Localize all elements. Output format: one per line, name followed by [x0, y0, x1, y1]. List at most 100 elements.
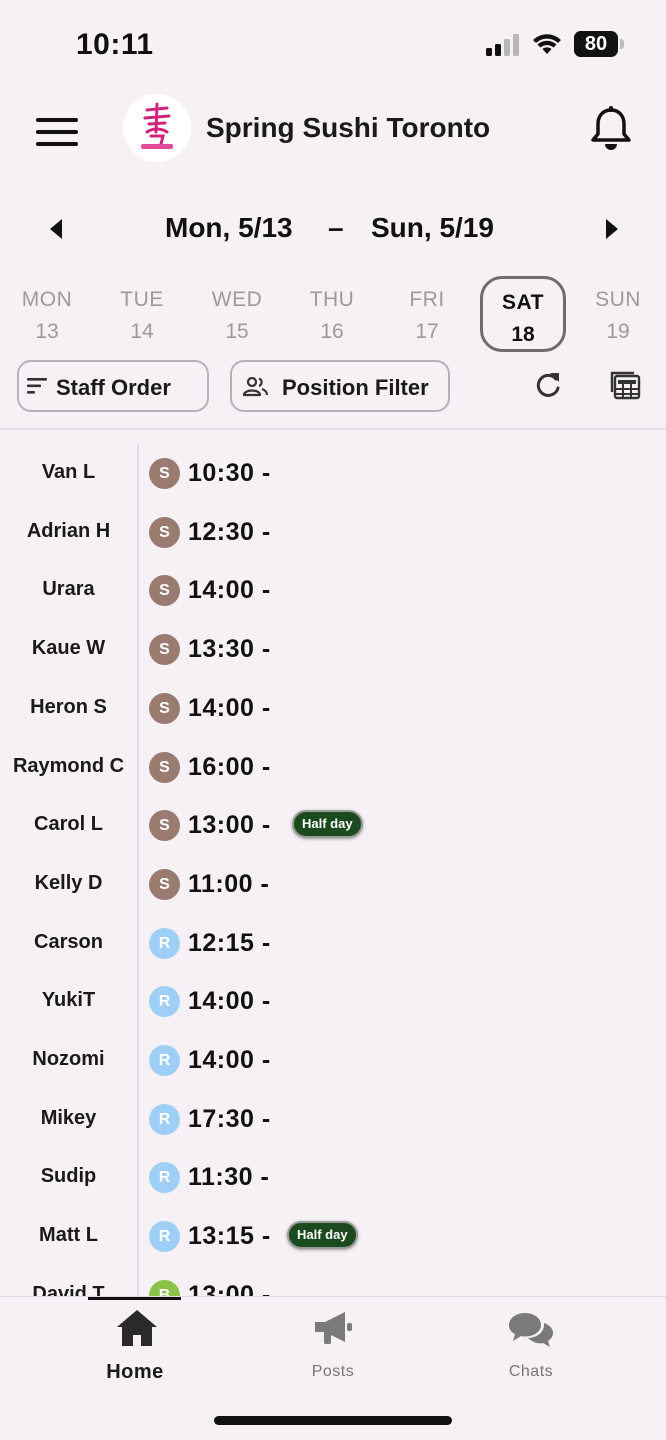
schedule-row[interactable]: Kelly D S 11:00 - — [0, 855, 666, 913]
previous-week-arrow-icon[interactable] — [48, 218, 64, 240]
staff-name: Raymond C — [12, 754, 125, 777]
status-time: 10:11 — [76, 28, 154, 61]
staff-name: Heron S — [30, 695, 107, 718]
schedule-list: Van L S 10:30 - Adrian H S 12:30 - Urara S 14:00… — [0, 432, 666, 1296]
shift-time: 11:30 - — [188, 1163, 270, 1192]
day-tab-fri[interactable]: FRI 17 — [384, 276, 470, 352]
battery-cap — [620, 39, 624, 49]
position-badge: S — [149, 868, 180, 900]
position-badge: R — [149, 1162, 180, 1194]
shift-time: 11:00 - — [188, 869, 270, 898]
schedule-row[interactable]: David T B 13:00 - — [0, 1266, 666, 1296]
nav-posts-label: Posts — [311, 1363, 355, 1380]
shift-time: 12:30 - — [188, 517, 271, 546]
schedule-row[interactable]: Kaue W S 13:30 - — [0, 620, 666, 678]
half-day-badge: Half day — [287, 1221, 358, 1250]
schedule-row[interactable]: Adrian H S 12:30 - — [0, 503, 666, 561]
next-week-arrow-icon[interactable] — [604, 218, 620, 240]
position-badge: S — [149, 751, 180, 783]
schedule-row[interactable]: Van L S 10:30 - — [0, 444, 666, 502]
staff-name: Sudip — [40, 1165, 97, 1188]
staff-name: Carson — [34, 930, 103, 953]
staff-name: Kelly D — [34, 871, 103, 894]
battery-percent: 80 — [584, 33, 608, 55]
staff-name: Mikey — [40, 1106, 97, 1129]
position-badge: S — [149, 575, 180, 607]
hamburger-menu-icon[interactable] — [36, 118, 78, 148]
staff-name: David T — [32, 1282, 105, 1296]
shift-time: 14:00 - — [188, 693, 271, 722]
shift-time: 16:00 - — [188, 752, 271, 781]
app-title: Spring Sushi Toronto — [206, 112, 491, 143]
half-day-badge: Half day — [292, 810, 363, 839]
nav-home[interactable]: Home — [65, 1307, 205, 1383]
battery-icon: 80 — [574, 31, 618, 57]
schedule-row[interactable]: Raymond C S 16:00 - — [0, 738, 666, 796]
day-tab-sat[interactable]: SAT 18 — [480, 276, 566, 352]
position-badge: B — [149, 1279, 180, 1296]
position-badge: R — [149, 1045, 180, 1076]
week-start-date: Mon, 5/13 — [165, 212, 293, 243]
staff-order-button[interactable]: Staff Order — [17, 360, 209, 412]
schedule-row[interactable]: Heron S S 14:00 - — [0, 679, 666, 737]
position-badge: S — [149, 810, 180, 842]
nav-posts[interactable]: Posts — [263, 1307, 403, 1380]
schedule-row[interactable]: Carson R 12:15 - — [0, 914, 666, 972]
shift-time: 17:30 - — [188, 1104, 271, 1133]
position-badge: S — [149, 634, 180, 666]
staff-name: YukiT — [41, 989, 96, 1012]
position-badge: S — [149, 692, 180, 724]
schedule-toolbar: Staff Order Position Filter — [0, 360, 666, 414]
shift-time: 13:00 - — [188, 1280, 271, 1296]
app-header: Spring Sushi Toronto — [0, 88, 666, 176]
notification-bell-icon[interactable] — [590, 106, 632, 152]
week-separator: – — [328, 212, 344, 243]
schedule-row[interactable]: Carol L S 13:00 - Half day — [0, 796, 666, 854]
day-tab-sun[interactable]: SUN 19 — [575, 276, 661, 352]
schedule-row[interactable]: YukiT R 14:00 - — [0, 972, 666, 1030]
schedule-row[interactable]: Nozomi R 14:00 - — [0, 1031, 666, 1089]
staff-name: Matt L — [39, 1224, 98, 1247]
week-navigator: Mon, 5/13 – Sun, 5/19 — [0, 190, 666, 270]
sort-icon — [27, 378, 47, 394]
shift-time: 10:30 - — [188, 459, 271, 487]
shift-time: 13:15 - — [188, 1222, 271, 1251]
day-tab-wed[interactable]: WED 15 — [194, 276, 280, 352]
position-badge: R — [149, 927, 180, 959]
shift-time: 12:15 - — [188, 928, 271, 957]
megaphone-icon — [315, 1312, 352, 1344]
home-icon — [117, 1310, 157, 1346]
schedule-row[interactable]: Sudip R 11:30 - — [0, 1148, 666, 1206]
toolbar-divider — [0, 428, 666, 430]
position-filter-button[interactable]: Position Filter — [230, 360, 450, 412]
day-tab-tue[interactable]: TUE 14 — [99, 276, 185, 352]
day-tab-mon[interactable]: MON 13 — [4, 276, 90, 352]
spring-sushi-logo — [123, 94, 191, 162]
schedule-row[interactable]: Urara S 14:00 - — [0, 561, 666, 619]
shift-time: 14:00 - — [188, 1046, 271, 1074]
schedule-row[interactable]: Mikey R 17:30 - — [0, 1090, 666, 1148]
status-bar: 10:11 80 — [0, 0, 666, 88]
day-tab-thu[interactable]: THU 16 — [289, 276, 375, 352]
refresh-icon[interactable] — [534, 370, 562, 400]
active-tab-indicator — [88, 1297, 181, 1300]
schedule-row[interactable]: Matt L R 13:15 - Half day — [0, 1207, 666, 1265]
staff-name: Urara — [42, 578, 95, 601]
position-badge: R — [149, 1221, 180, 1253]
restaurant-logo — [123, 94, 191, 162]
shift-time: 14:00 - — [188, 576, 271, 605]
chat-bubbles-icon — [509, 1313, 553, 1347]
shift-time: 13:30 - — [188, 635, 271, 664]
position-badge: S — [149, 516, 180, 548]
position-badge: R — [149, 986, 180, 1018]
nav-chats[interactable]: Chats — [461, 1307, 601, 1380]
position-badge: S — [149, 458, 180, 489]
day-selector: MON 13 TUE 14 WED 15 THU 16 FRI 17 SAT 18 SUN 1… — [0, 276, 666, 354]
staff-name: Carol L — [34, 813, 103, 836]
week-end-date: Sun, 5/19 — [371, 212, 494, 243]
spreadsheet-icon[interactable] — [610, 370, 642, 400]
position-filter-label: Position Filter — [282, 375, 429, 400]
staff-name: Adrian H — [26, 519, 111, 542]
staff-order-label: Staff Order — [56, 375, 171, 400]
wifi-icon — [533, 34, 561, 54]
